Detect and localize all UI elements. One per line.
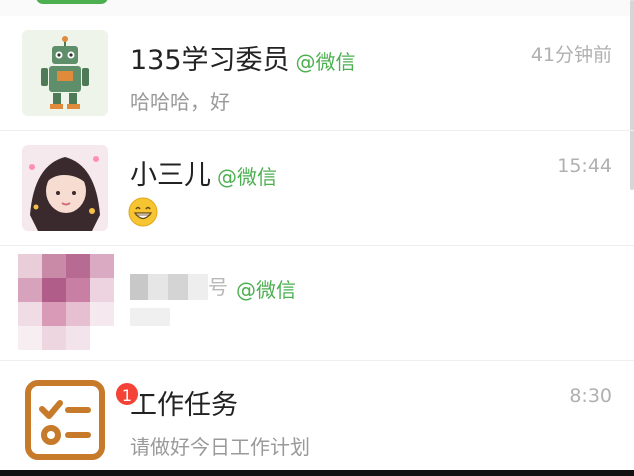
robot-icon <box>22 30 108 116</box>
name-line: 小三儿 @微信 <box>130 153 277 192</box>
top-green-button[interactable] <box>36 0 108 4</box>
conversation-row[interactable]: 135学习委员 @微信 哈哈哈，好 41分钟前 <box>0 16 634 131</box>
pixelated-image <box>18 254 114 350</box>
source-tag: @微信 <box>217 165 277 189</box>
source-tag: @微信 <box>236 278 296 302</box>
timestamp: 41分钟前 <box>530 44 612 66</box>
robot-avatar <box>22 30 108 116</box>
contact-name: 工作任务 <box>130 390 238 421</box>
grinning-emoji-icon <box>128 197 158 227</box>
name-fragment: 号 <box>208 275 228 299</box>
contact-name: 135学习委员 <box>130 45 290 76</box>
contact-name: 小三儿 <box>130 160 211 191</box>
unread-badge: 1 <box>114 381 140 407</box>
task-list-avatar: 1 <box>22 375 140 461</box>
conversation-row[interactable]: 小三儿 @微信 15:44 <box>0 131 634 246</box>
bottom-bar <box>0 470 634 476</box>
timestamp: 15:44 <box>557 155 612 177</box>
message-preview: 哈哈哈，好 <box>130 90 230 114</box>
conversation-list: 135学习委员 @微信 哈哈哈，好 41分钟前 小三儿 @微信 15:44 号 … <box>0 16 634 475</box>
name-line: 135学习委员 @微信 <box>130 38 356 77</box>
name-line: 工作任务 <box>130 383 238 422</box>
photo-avatar-image <box>22 145 108 231</box>
source-tag: @微信 <box>295 50 356 74</box>
message-preview: 请做好今日工作计划 <box>130 435 310 459</box>
task-list-icon <box>25 380 105 460</box>
girl-photo-avatar <box>22 145 108 231</box>
pixelated-avatar <box>18 254 114 350</box>
timestamp: 8:30 <box>569 385 612 407</box>
blurred-contact-name: 号 <box>130 274 228 300</box>
conversation-row[interactable]: 号 @微信 <box>0 246 634 361</box>
blurred-preview <box>130 308 170 326</box>
conversation-row[interactable]: 1 工作任务 请做好今日工作计划 8:30 <box>0 361 634 475</box>
